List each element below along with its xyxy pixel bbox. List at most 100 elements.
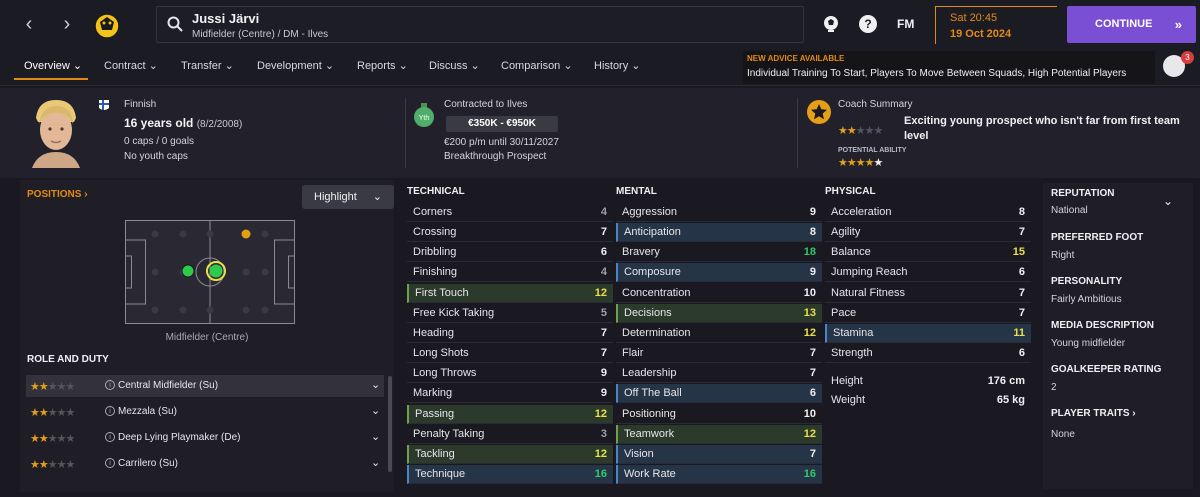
player-header: Finnish 16 years old (8/2/2008) 0 caps /… — [0, 88, 1200, 178]
tab-reports[interactable]: Reports ⌄ — [357, 59, 408, 72]
info-icon[interactable]: i — [105, 380, 115, 390]
attribute-row[interactable]: Off The Ball 6 — [616, 384, 822, 404]
attribute-row[interactable]: Natural Fitness 7 — [825, 284, 1031, 303]
player-search-box[interactable]: Jussi Järvi Midfielder (Centre) / DM - I… — [156, 6, 804, 43]
attribute-row[interactable]: Dribbling 6 — [407, 243, 613, 263]
attribute-row[interactable]: Determination 12 — [616, 324, 822, 343]
chevron-left-icon[interactable]: ‹ — [17, 12, 41, 36]
current-ability-stars: ★★★★★ — [838, 125, 883, 137]
attribute-name: Agility — [831, 226, 861, 239]
positions-link[interactable]: POSITIONS › — [27, 189, 88, 200]
attribute-row[interactable]: Positioning 10 — [616, 405, 822, 424]
transfer-value[interactable]: €350K - €950K — [446, 116, 558, 132]
attribute-row[interactable]: Finishing 4 — [407, 263, 613, 283]
tab-discuss[interactable]: Discuss ⌄ — [429, 59, 480, 72]
advice-count-badge: 3 — [1181, 51, 1194, 64]
role-row[interactable]: ★★★★★ i Carrilero (Su) ⌄ — [26, 453, 384, 475]
info-icon[interactable]: i — [105, 432, 115, 442]
mental-heading: MENTAL — [616, 186, 657, 197]
attribute-row[interactable]: Heading 7 — [407, 324, 613, 343]
attribute-name: Passing — [415, 407, 455, 420]
attribute-value: 6 — [1018, 266, 1025, 279]
attribute-name: Strength — [831, 347, 873, 360]
chevron-down-icon[interactable]: ⌄ — [371, 378, 380, 391]
role-row[interactable]: ★★★★★ i Mezzala (Su) ⌄ — [26, 401, 384, 423]
info-icon[interactable]: i — [105, 458, 115, 468]
attribute-row[interactable]: Crossing 7 — [407, 223, 613, 243]
weight-label: Weight — [831, 394, 866, 406]
attribute-row[interactable]: Anticipation 8 — [616, 223, 822, 243]
role-row[interactable]: ★★★★★ i Central Midfielder (Su) ⌄ — [26, 375, 384, 397]
attribute-row[interactable]: Concentration 10 — [616, 284, 822, 303]
attribute-row[interactable]: Decisions 13 — [616, 303, 822, 323]
attribute-row[interactable]: Work Rate 16 — [616, 464, 822, 484]
divider — [405, 98, 406, 168]
media-description-title: MEDIA DESCRIPTION — [1051, 320, 1154, 331]
attribute-name: Aggression — [622, 206, 678, 218]
role-row[interactable]: ★★★★★ i Deep Lying Playmaker (De) ⌄ — [26, 427, 384, 449]
advice-title: NEW ADVICE AVAILABLE — [747, 54, 845, 63]
attribute-row[interactable]: Tackling 12 — [407, 444, 613, 464]
tab-overview[interactable]: Overview ⌄ — [24, 59, 82, 72]
game-date[interactable]: Sat 20:45 19 Oct 2024 — [935, 6, 1057, 44]
player-traits-link[interactable]: PLAYER TRAITS › — [1051, 408, 1136, 419]
club-logo[interactable] — [92, 10, 122, 40]
football-icon[interactable] — [821, 14, 841, 34]
attribute-row[interactable]: Flair 7 — [616, 344, 822, 364]
attribute-row[interactable]: Composure 9 — [616, 263, 822, 283]
attribute-row[interactable]: First Touch 12 — [407, 283, 613, 303]
chevron-down-icon[interactable]: ⌄ — [371, 404, 380, 417]
attribute-row[interactable]: Technique 16 — [407, 464, 613, 484]
role-label: Central Midfielder (Su) — [118, 380, 219, 391]
tab-contract[interactable]: Contract ⌄ — [104, 59, 158, 72]
tab-transfer[interactable]: Transfer ⌄ — [181, 59, 234, 72]
attribute-row[interactable]: Balance 15 — [825, 243, 1031, 263]
attribute-row[interactable]: Teamwork 12 — [616, 424, 822, 444]
tab-comparison[interactable]: Comparison ⌄ — [501, 59, 573, 72]
attribute-row[interactable]: Leadership 7 — [616, 364, 822, 384]
info-icon[interactable]: i — [105, 406, 115, 416]
attribute-row[interactable]: Corners 4 — [407, 203, 613, 222]
attribute-row[interactable]: Long Throws 9 — [407, 364, 613, 384]
tab-history[interactable]: History ⌄ — [594, 59, 641, 72]
physical-heading: PHYSICAL — [825, 186, 876, 197]
player-age: 16 years old (8/2/2008) — [124, 116, 242, 130]
attribute-value: 16 — [594, 467, 607, 480]
attribute-row[interactable]: Long Shots 7 — [407, 344, 613, 364]
attribute-row[interactable]: Aggression 9 — [616, 203, 822, 222]
attribute-row[interactable]: Strength 6 — [825, 344, 1031, 364]
attribute-name: Teamwork — [624, 427, 675, 440]
attribute-row[interactable]: Vision 7 — [616, 444, 822, 464]
attribute-name: Balance — [831, 246, 871, 259]
attribute-name: Stamina — [833, 326, 874, 339]
attribute-row[interactable]: Penalty Taking 3 — [407, 425, 613, 444]
attribute-row[interactable]: Jumping Reach 6 — [825, 263, 1031, 283]
attribute-row[interactable]: Passing 12 — [407, 404, 613, 424]
media-description-value: Young midfielder — [1051, 338, 1126, 349]
fm-menu-button[interactable]: FM — [897, 17, 914, 31]
advice-notification[interactable]: NEW ADVICE AVAILABLE Individual Training… — [743, 51, 1155, 84]
highlight-dropdown[interactable]: Highlight ⌄ — [302, 185, 394, 209]
chevron-down-icon[interactable]: ⌄ — [1163, 194, 1173, 208]
attribute-name: Free Kick Taking — [413, 306, 495, 319]
tab-development[interactable]: Development ⌄ — [257, 59, 334, 72]
attribute-row[interactable]: Marking 9 — [407, 384, 613, 404]
attribute-row[interactable]: Free Kick Taking 5 — [407, 304, 613, 323]
attribute-row[interactable]: Stamina 11 — [825, 323, 1031, 343]
chevron-down-icon[interactable]: ⌄ — [371, 456, 380, 469]
attribute-value: 5 — [600, 306, 607, 319]
attribute-value: 7 — [600, 326, 607, 339]
attribute-row[interactable]: Acceleration 8 — [825, 203, 1031, 222]
chevron-down-icon[interactable]: ⌄ — [371, 430, 380, 443]
continue-label: CONTINUE — [1095, 18, 1153, 30]
attribute-row[interactable]: Pace 7 — [825, 304, 1031, 323]
potential-ability-stars: ★★★★★ — [838, 157, 883, 169]
role-list-scrollbar[interactable] — [388, 376, 392, 472]
help-icon[interactable]: ? — [858, 14, 878, 34]
continue-button[interactable]: CONTINUE » — [1067, 6, 1196, 43]
attribute-row[interactable]: Bravery 18 — [616, 243, 822, 263]
chevron-right-icon[interactable]: › — [55, 12, 79, 36]
role-duty-heading: ROLE AND DUTY — [27, 354, 109, 365]
highlight-label: Highlight — [314, 191, 357, 203]
attribute-row[interactable]: Agility 7 — [825, 223, 1031, 243]
